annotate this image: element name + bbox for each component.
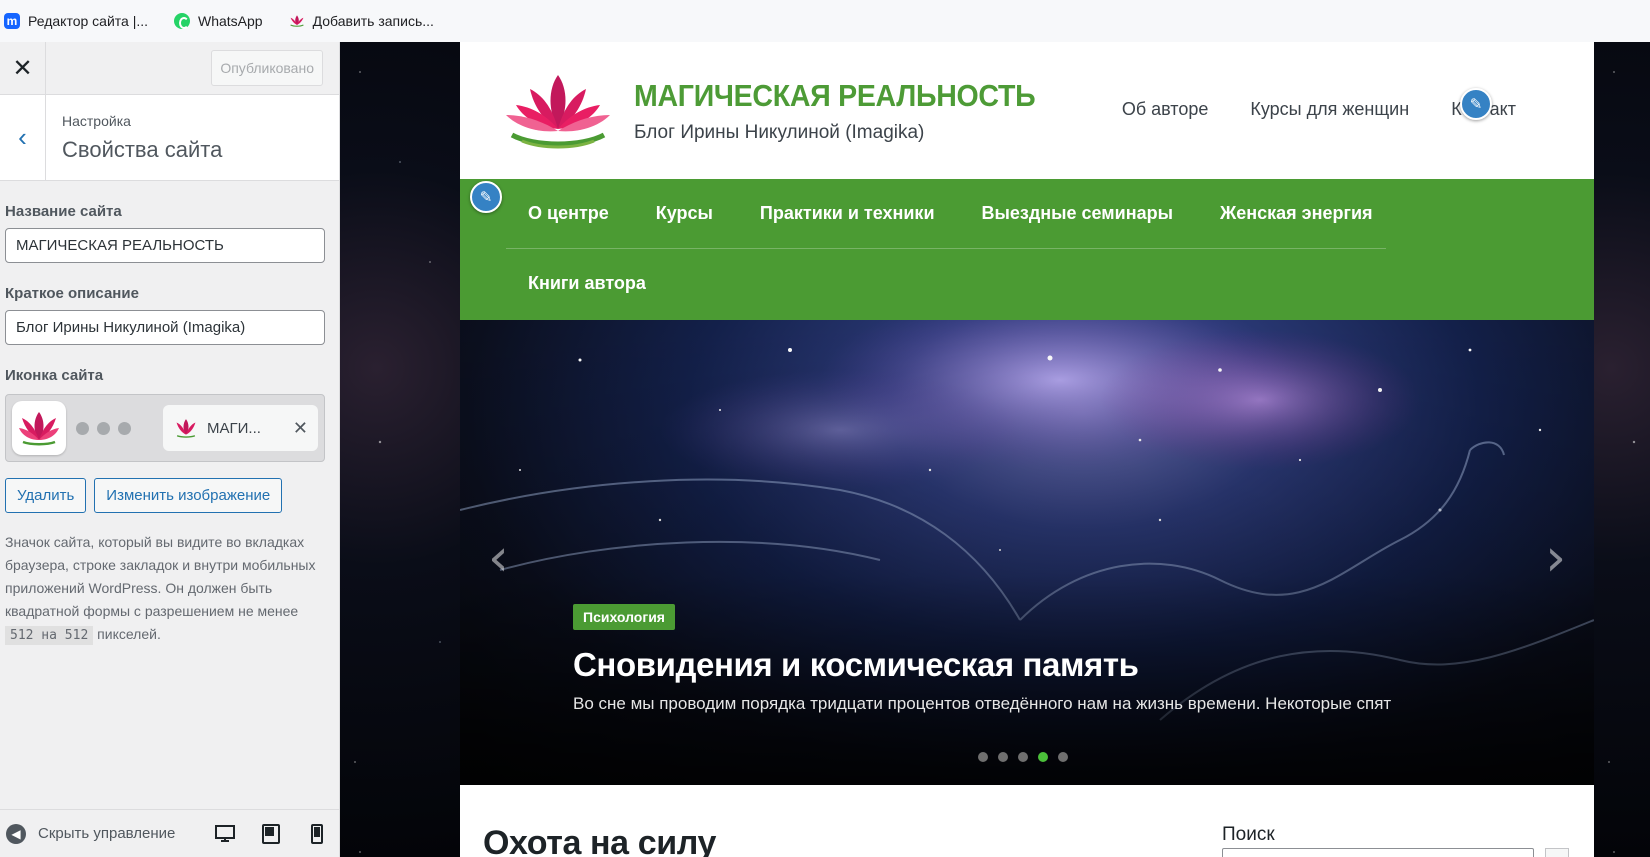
bookmark-site-editor[interactable]: m Редактор сайта |... [4, 13, 148, 29]
m-logo-icon: m [4, 13, 20, 29]
browser-tab-preview: МАГИ... ✕ [163, 405, 318, 451]
slider-dot[interactable] [998, 752, 1008, 762]
slider-dot[interactable] [1018, 752, 1028, 762]
nav-item-courses[interactable]: Курсы [656, 203, 713, 248]
description-text: Значок сайта, который вы видите во вклад… [5, 534, 316, 619]
space-background-right [1594, 42, 1650, 857]
site-icon-description: Значок сайта, который вы видите во вклад… [5, 531, 327, 647]
slide-excerpt: Во сне мы проводим порядка тридцати проц… [573, 694, 1392, 713]
edit-nav-button[interactable]: ✎ [470, 181, 502, 213]
site-tagline: Блог Ирины Никулиной (Imagika) [634, 121, 925, 143]
chevron-right-icon: › [1545, 528, 1566, 588]
desktop-preview-button[interactable] [202, 824, 248, 843]
tagline-label: Краткое описание [5, 285, 139, 302]
nav-item-practices[interactable]: Практики и техники [760, 203, 935, 248]
customizer-header: ✕ Опубликовано [0, 42, 339, 95]
desktop-icon [215, 824, 235, 842]
hide-controls-button[interactable]: ◀ Скрыть управление [6, 823, 202, 844]
top-menu-item-about[interactable]: Об авторе [1122, 99, 1209, 120]
top-menu: Об авторе Курсы для женщин Контакт [1122, 99, 1516, 120]
hide-controls-label: Скрыть управление [38, 825, 176, 842]
chevron-left-icon: ‹ [18, 122, 27, 152]
section-subtitle: Настройка [62, 113, 131, 129]
section-titles: Настройка Свойства сайта [46, 95, 222, 180]
tablet-preview-button[interactable] [248, 823, 294, 844]
bookmark-label: WhatsApp [198, 13, 263, 29]
pencil-icon: ✎ [1469, 96, 1483, 113]
lotus-icon [19, 412, 59, 446]
site-title-input[interactable] [5, 228, 325, 263]
section-title: Свойства сайта [62, 137, 223, 162]
main-navigation: ✎ О центре Курсы Практики и техники Выез… [460, 179, 1594, 320]
slider-dot[interactable] [1038, 752, 1048, 762]
site-icon-label: Иконка сайта [5, 367, 104, 384]
nav-item-center[interactable]: О центре [528, 203, 609, 248]
tagline-input[interactable] [5, 310, 325, 345]
site-title[interactable]: МАГИЧЕСКАЯ РЕАЛЬНОСТЬ [634, 78, 1036, 114]
bookmark-label: Добавить запись... [312, 13, 434, 29]
remove-icon-button[interactable]: Удалить [5, 478, 87, 513]
browser-dots [76, 421, 131, 435]
space-background-left [340, 42, 460, 857]
search-label: Поиск [1222, 824, 1275, 845]
customizer-footer: ◀ Скрыть управление [0, 809, 339, 857]
site-page: МАГИЧЕСКАЯ РЕАЛЬНОСТЬ Блог Ирины Никулин… [460, 42, 1594, 857]
slider-prev-button[interactable]: ‹ [488, 528, 509, 588]
site-branding: МАГИЧЕСКАЯ РЕАЛЬНОСТЬ Блог Ирины Никулин… [634, 78, 1070, 144]
slider-dot[interactable] [978, 752, 988, 762]
search-input[interactable] [1222, 848, 1534, 857]
slider-next-button[interactable]: › [1545, 528, 1566, 588]
lotus-icon [289, 15, 304, 27]
description-text-end: пикселей. [93, 626, 161, 642]
publish-area: Опубликовано [46, 42, 339, 94]
back-button[interactable]: ‹ [0, 95, 46, 180]
size-code: 512 на 512 [5, 626, 94, 645]
site-icon-preview: МАГИ... ✕ [5, 394, 325, 462]
close-customizer-button[interactable]: ✕ [0, 42, 46, 95]
tablet-icon [262, 823, 280, 844]
close-icon: ✕ [292, 417, 308, 438]
slide-title[interactable]: Сновидения и космическая память [573, 646, 1139, 684]
mobile-preview-button[interactable] [294, 823, 339, 844]
slide-category-badge[interactable]: Психология [573, 604, 675, 630]
slider-dot[interactable] [1058, 752, 1068, 762]
edit-menu-button[interactable]: ✎ [1460, 88, 1492, 120]
pencil-icon: ✎ [479, 189, 493, 206]
whatsapp-icon [174, 13, 190, 29]
close-icon: ✕ [12, 55, 33, 82]
nav-row: Книги автора [506, 249, 1386, 294]
search-button[interactable] [1545, 848, 1569, 857]
bookmark-add-post[interactable]: Добавить запись... [289, 13, 434, 29]
change-image-button[interactable]: Изменить изображение [94, 478, 283, 513]
lotus-icon [176, 419, 196, 438]
publish-button[interactable]: Опубликовано [211, 50, 323, 86]
nav-item-energy[interactable]: Женская энергия [1220, 203, 1373, 248]
lotus-logo[interactable] [504, 71, 612, 151]
chevron-left-icon: ‹ [488, 528, 509, 588]
collapse-icon: ◀ [6, 823, 26, 844]
nav-item-books[interactable]: Книги автора [528, 273, 646, 293]
site-preview: МАГИЧЕСКАЯ РЕАЛЬНОСТЬ Блог Ирины Никулин… [340, 42, 1650, 857]
site-header: МАГИЧЕСКАЯ РЕАЛЬНОСТЬ Блог Ирины Никулин… [460, 42, 1594, 179]
customizer-panel: ✕ Опубликовано ‹ Настройка Свойства сайт… [0, 42, 340, 857]
nav-row: О центре Курсы Практики и техники Выездн… [506, 179, 1386, 249]
bookmark-whatsapp[interactable]: WhatsApp [174, 13, 263, 29]
bookmark-label: Редактор сайта |... [28, 13, 148, 29]
app-icon-preview [12, 401, 66, 455]
site-title-label: Название сайта [5, 203, 122, 220]
top-menu-item-courses[interactable]: Курсы для женщин [1250, 99, 1409, 120]
post-title[interactable]: Охота на силу [483, 824, 716, 857]
slide-image [460, 320, 1594, 785]
mobile-icon [311, 823, 323, 844]
featured-slider: ‹ › Психология Сновидения и космическая … [460, 320, 1594, 785]
section-header: ‹ Настройка Свойства сайта [0, 95, 339, 181]
nav-item-seminars[interactable]: Выездные семинары [982, 203, 1173, 248]
site-icon-actions: Удалить Изменить изображение [5, 478, 339, 513]
tab-preview-text: МАГИ... [207, 419, 261, 437]
bookmarks-bar: m Редактор сайта |... WhatsApp Добавить … [0, 0, 1650, 42]
slider-dots [978, 752, 1068, 762]
